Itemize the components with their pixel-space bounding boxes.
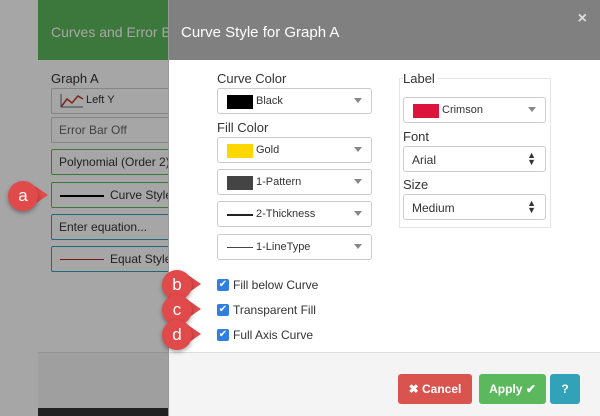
size-value: Medium: [412, 201, 455, 215]
cancel-label: Cancel: [422, 382, 462, 396]
transparent-fill-label: Transparent Fill: [233, 303, 316, 317]
color-swatch: [413, 104, 439, 118]
help-button[interactable]: ?: [550, 374, 580, 404]
pattern-swatch: [227, 176, 253, 190]
caret-down-icon: [354, 147, 362, 152]
thickness-select[interactable]: 2-Thickness: [217, 201, 372, 227]
caret-down-icon: [528, 107, 536, 112]
callout-badge-a: a: [8, 181, 38, 211]
curve-color-value: Black: [256, 95, 283, 107]
fill-below-curve-label: Fill below Curve: [233, 278, 319, 292]
linetype-sample-icon: [227, 247, 253, 248]
sort-icon: ▲ ▼: [527, 150, 536, 167]
full-axis-curve-label: Full Axis Curve: [233, 328, 314, 342]
cancel-button[interactable]: ✖ Cancel: [398, 374, 472, 404]
linetype-value: 1-LineType: [256, 241, 311, 253]
font-select[interactable]: Arial ▲ ▼: [403, 146, 546, 172]
pattern-select[interactable]: 1-Pattern: [217, 169, 372, 195]
size-select[interactable]: Medium ▲ ▼: [403, 194, 546, 220]
dialog-title: Curve Style for Graph A: [181, 24, 340, 41]
linetype-select[interactable]: 1-LineType: [217, 234, 372, 260]
label-section-title: Label: [403, 71, 438, 86]
font-label: Font: [403, 129, 430, 144]
color-swatch: [227, 144, 253, 158]
font-value: Arial: [412, 153, 437, 167]
checkbox-icon[interactable]: ✔: [217, 304, 229, 316]
fill-color-label: Fill Color: [217, 120, 269, 135]
callout-badge-d: d: [162, 320, 192, 350]
apply-button[interactable]: Apply ✔: [479, 374, 546, 404]
pattern-value: 1-Pattern: [256, 176, 302, 188]
color-swatch: [227, 95, 253, 109]
checkbox-icon[interactable]: ✔: [217, 279, 229, 291]
fill-color-value: Gold: [256, 144, 280, 156]
full-axis-curve-checkbox[interactable]: ✔ Full Axis Curve: [217, 328, 313, 342]
apply-label: Apply: [489, 382, 523, 396]
fill-below-curve-checkbox[interactable]: ✔ Fill below Curve: [217, 278, 318, 292]
curve-color-select[interactable]: Black: [217, 88, 372, 114]
caret-down-icon: [354, 179, 362, 184]
dialog-header: Curve Style for Graph A: [169, 0, 600, 60]
transparent-fill-checkbox[interactable]: ✔ Transparent Fill: [217, 303, 316, 317]
fill-color-select[interactable]: Gold: [217, 137, 372, 163]
thickness-sample-icon: [227, 214, 253, 216]
checkbox-icon[interactable]: ✔: [217, 329, 229, 341]
curve-color-label: Curve Color: [217, 71, 287, 86]
caret-down-icon: [354, 244, 362, 249]
close-icon[interactable]: ×: [578, 10, 587, 28]
caret-down-icon: [354, 211, 362, 216]
thickness-value: 2-Thickness: [256, 208, 316, 220]
check-icon: ✔: [525, 382, 536, 396]
size-label: Size: [403, 177, 429, 192]
caret-down-icon: [354, 98, 362, 103]
sort-icon: ▲ ▼: [527, 198, 536, 215]
label-color-value: Crimson: [442, 104, 483, 116]
times-icon: ✖: [408, 382, 419, 396]
label-color-select[interactable]: Crimson: [403, 97, 546, 123]
question-icon: ?: [561, 382, 569, 396]
